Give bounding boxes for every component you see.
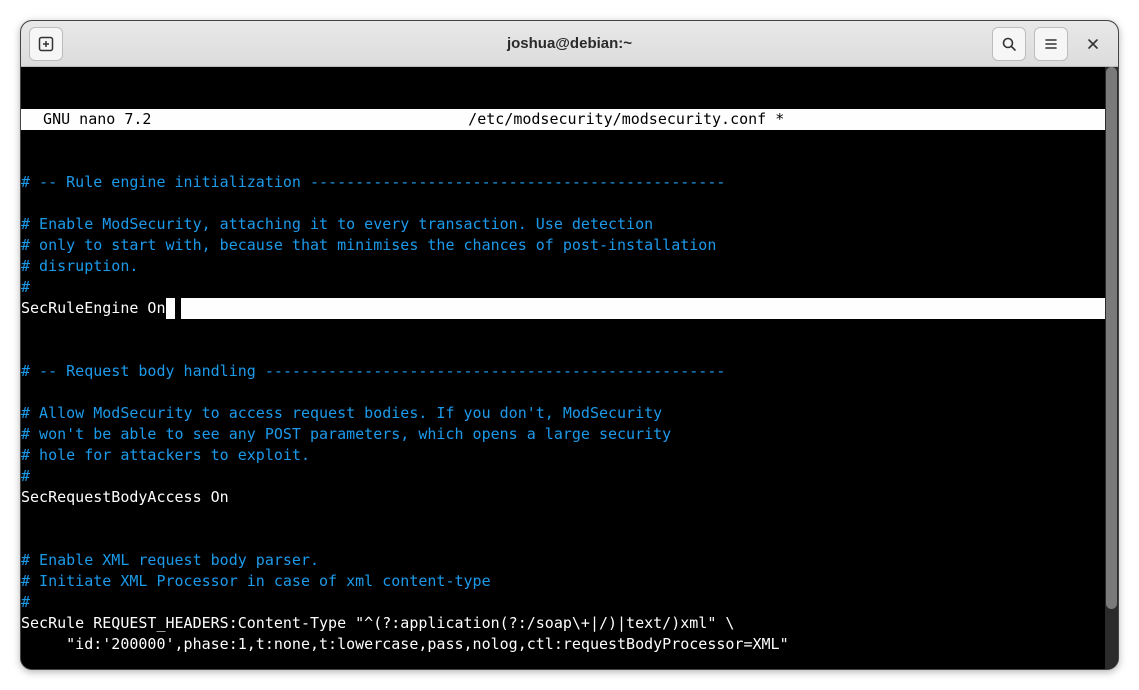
search-button[interactable] [992, 27, 1026, 61]
editor-body[interactable]: # -- Rule engine initialization --------… [21, 172, 1105, 669]
terminal-content[interactable]: GNU nano 7.2 /etc/modsecurity/modsecurit… [21, 67, 1105, 669]
editor-line[interactable]: # only to start with, because that minim… [21, 235, 1105, 256]
hamburger-icon [1043, 36, 1059, 52]
editor-line[interactable]: # -- Rule engine initialization --------… [21, 172, 1105, 193]
editor-line[interactable]: # [21, 592, 1105, 613]
new-tab-button[interactable] [29, 27, 63, 61]
nano-filepath: /etc/modsecurity/modsecurity.conf * [151, 109, 1101, 130]
editor-line[interactable]: # Enable XML request body parser. [21, 550, 1105, 571]
editor-line[interactable] [21, 508, 1105, 529]
scrollbar-thumb[interactable] [1106, 67, 1117, 609]
menu-button[interactable] [1034, 27, 1068, 61]
editor-line[interactable]: # won't be able to see any POST paramete… [21, 424, 1105, 445]
editor-line[interactable]: # disruption. [21, 256, 1105, 277]
editor-line[interactable]: SecRequestBodyAccess On [21, 487, 1105, 508]
terminal-window: joshua@debian:~ [20, 20, 1119, 670]
editor-cursor-line[interactable]: SecRuleEngine On [21, 298, 1105, 319]
editor-line[interactable]: # -- Request body handling -------------… [21, 361, 1105, 382]
titlebar: joshua@debian:~ [21, 21, 1118, 67]
editor-line-text: SecRuleEngine On [21, 298, 166, 319]
editor-line[interactable] [21, 319, 1105, 340]
cursor [166, 298, 175, 319]
search-icon [1001, 36, 1017, 52]
scrollbar[interactable] [1105, 67, 1118, 669]
editor-line[interactable] [21, 340, 1105, 361]
editor-line[interactable]: # Enable ModSecurity, attaching it to ev… [21, 214, 1105, 235]
editor-line[interactable] [21, 655, 1105, 669]
editor-line[interactable]: SecRule REQUEST_HEADERS:Content-Type "^(… [21, 613, 1105, 634]
nano-app-name: GNU nano 7.2 [21, 109, 151, 130]
window-title: joshua@debian:~ [21, 35, 1118, 52]
editor-line[interactable]: # hole for attackers to exploit. [21, 445, 1105, 466]
editor-line[interactable] [21, 382, 1105, 403]
close-button[interactable] [1076, 27, 1110, 61]
editor-line[interactable] [21, 193, 1105, 214]
line-highlight [181, 298, 1105, 319]
editor-line[interactable]: # Allow ModSecurity to access request bo… [21, 403, 1105, 424]
editor-line[interactable]: # [21, 277, 1105, 298]
nano-header: GNU nano 7.2 /etc/modsecurity/modsecurit… [21, 109, 1105, 130]
close-icon [1086, 37, 1100, 51]
editor-line[interactable]: "id:'200000',phase:1,t:none,t:lowercase,… [21, 634, 1105, 655]
new-tab-icon [38, 36, 54, 52]
editor-line[interactable] [21, 529, 1105, 550]
editor-line[interactable]: # [21, 466, 1105, 487]
editor-line[interactable]: # Initiate XML Processor in case of xml … [21, 571, 1105, 592]
